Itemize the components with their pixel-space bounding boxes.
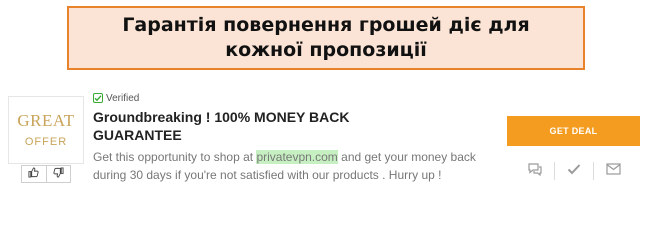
comment-icon (527, 162, 543, 181)
comment-button[interactable] (516, 162, 554, 181)
get-deal-button[interactable]: GET DEAL (507, 116, 640, 146)
thumbs-down-icon (53, 165, 64, 183)
offer-actions (516, 160, 632, 182)
thumbs-up-icon (28, 165, 39, 183)
vote-box (21, 165, 71, 183)
thumbs-up-button[interactable] (22, 166, 46, 182)
email-icon (605, 162, 621, 180)
logo-text-great: GREAT (17, 110, 75, 130)
store-link[interactable]: privatevpn.com (256, 150, 338, 164)
verified-label: Verified (106, 92, 140, 104)
headline-banner: Гарантія повернення грошей діє для кожно… (67, 6, 585, 70)
description-text: Get this opportunity to shop at (93, 150, 257, 164)
banner-title: Гарантія повернення грошей діє для кожно… (122, 14, 530, 61)
offer-title[interactable]: Groundbreaking ! 100% MONEY BACK GUARANT… (93, 108, 393, 144)
thumbs-down-button[interactable] (45, 165, 71, 183)
check-button[interactable] (555, 162, 593, 180)
verified-badge: Verified (93, 92, 139, 104)
offer-description: Get this opportunity to shop at privatev… (93, 148, 505, 184)
check-icon (567, 162, 581, 180)
email-button[interactable] (594, 162, 632, 180)
logo-text-offer: OFFER (24, 135, 68, 148)
check-icon (93, 93, 103, 103)
offer-logo: GREAT OFFER (8, 96, 84, 164)
